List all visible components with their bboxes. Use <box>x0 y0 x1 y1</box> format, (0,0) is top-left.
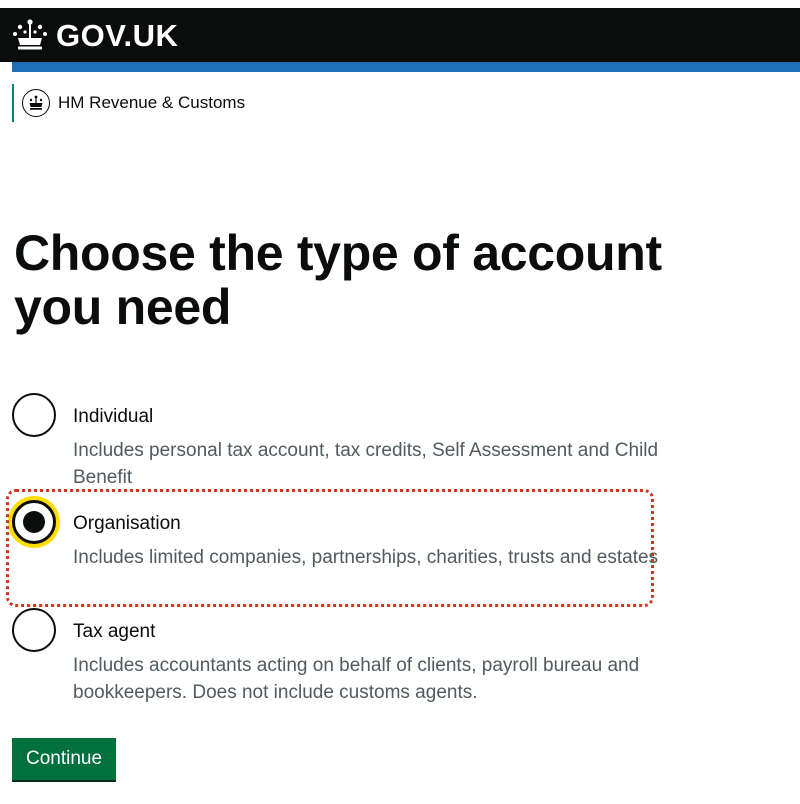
govuk-logo-text: GOV.UK <box>56 17 179 53</box>
radio-label-tax-agent[interactable]: Tax agent <box>73 621 155 643</box>
header-brand-bar <box>12 62 800 72</box>
govuk-home-link[interactable]: GOV.UK <box>12 18 178 52</box>
radio-hint-organisation: Includes limited companies, partnerships… <box>73 547 659 568</box>
govuk-header: GOV.UK <box>0 8 800 62</box>
radio-label-organisation[interactable]: Organisation <box>73 513 181 535</box>
radio-hint-individual: Includes personal tax account, tax credi… <box>73 440 659 488</box>
organisation-banner: HM Revenue & Customs <box>12 84 245 122</box>
radio-hint-tax-agent: Includes accountants acting on behalf of… <box>73 655 640 703</box>
crown-icon <box>13 19 47 50</box>
hmrc-crest-icon <box>22 89 50 117</box>
radio-label-individual[interactable]: Individual <box>73 406 153 428</box>
radio-selected-dot <box>23 511 45 533</box>
top-strip <box>0 0 800 8</box>
continue-button[interactable]: Continue <box>12 738 117 780</box>
radio-individual[interactable] <box>12 393 56 437</box>
radio-organisation[interactable] <box>12 500 56 544</box>
radio-tax-agent[interactable] <box>12 608 56 652</box>
organisation-name: HM Revenue & Customs <box>58 93 246 112</box>
page-title: Choose the type of account you need <box>14 225 662 335</box>
